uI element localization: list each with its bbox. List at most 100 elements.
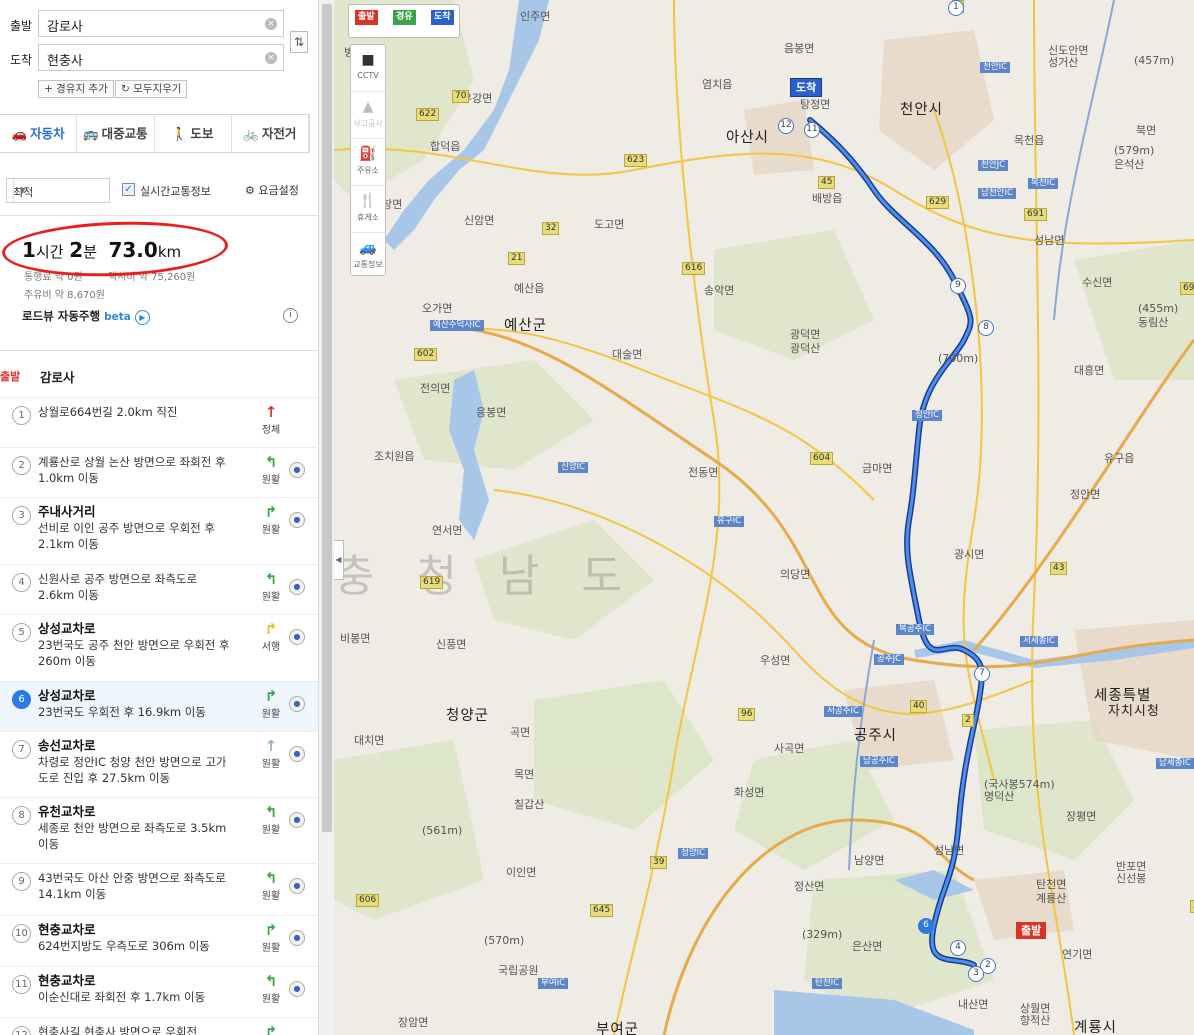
clear-start-icon[interactable]: × <box>265 18 277 30</box>
route-step[interactable]: 3 주내사거리 선비로 이인 공주 방면으로 우회전 후 2.1km 이동 ↱ 원활 ● <box>0 498 318 565</box>
gas-station-button[interactable]: ⛽ 주유소 <box>351 139 385 186</box>
waypoint-flag-button[interactable]: 경유 <box>393 10 416 25</box>
start-flag-button[interactable]: 출발 <box>355 10 378 25</box>
roadview-icon[interactable]: ● <box>289 878 305 894</box>
swap-icon[interactable]: ⇅ <box>290 31 308 53</box>
ic-label: 남공주IC <box>860 756 898 767</box>
route-step[interactable]: 6 상성교차로 23번국도 우회전 후 16.9km 이동 ↱ 원활 ● <box>0 682 318 732</box>
bus-icon: 🚌 <box>83 126 99 141</box>
route-waypoint-marker[interactable]: 12 <box>778 118 794 134</box>
route-type-select[interactable]: 최적 ▼ <box>6 178 110 203</box>
ic-label: 청양IC <box>678 848 709 859</box>
turn-indicator: ↱ 원활 <box>256 687 286 721</box>
place-label: 의당면 <box>780 568 811 581</box>
accident-button[interactable]: ▲ 사고공사 <box>351 92 385 139</box>
dest-flag-button[interactable]: 도착 <box>431 10 454 25</box>
route-step[interactable]: 1 상월로664번길 2.0km 직진 ↑ 정체 <box>0 398 318 448</box>
step-text: 상성교차로 23번국도 우회전 후 16.9km 이동 <box>38 688 230 720</box>
place-label: 광시면 <box>954 548 985 561</box>
realtime-checkbox[interactable]: ✓ <box>122 183 135 196</box>
rest-area-button[interactable]: 🍴 휴게소 <box>351 186 385 233</box>
city-label: 천안시 <box>900 102 944 118</box>
roadview-autodrive-button[interactable]: 로드뷰 자동주행 beta ▶ <box>22 308 150 325</box>
turn-indicator: ↱ 원활 <box>256 922 286 955</box>
roadview-icon[interactable]: ● <box>289 812 305 828</box>
route-step[interactable]: 7 송선교차로 차령로 정안IC 청양 천안 방면으로 고가도로 진입 후 27.5… <box>0 732 318 798</box>
roadview-icon[interactable]: ● <box>289 629 305 645</box>
step-desc: 23번국도 공주 천안 방면으로 우회전 후 260m 이동 <box>38 638 230 668</box>
place-label: 탕정면 <box>800 98 831 111</box>
add-waypoint-button[interactable]: + 경유지 추가 <box>38 80 114 98</box>
road-number: 36 <box>1190 900 1194 913</box>
route-waypoint-marker[interactable]: 7 <box>974 666 990 682</box>
turn-indicator: ↱ <box>256 1024 286 1035</box>
start-row[interactable]: 출발 감로사 <box>0 350 318 398</box>
dest-input[interactable]: 현충사 × <box>38 44 284 71</box>
route-step[interactable]: 4 신원사로 공주 방면으로 좌측도로 2.6km 이동 ↰ 원활 ● <box>0 565 318 615</box>
step-title: 상성교차로 <box>38 688 96 703</box>
route-waypoint-marker[interactable]: 9 <box>950 278 966 294</box>
fare-settings-button[interactable]: ⚙ 요금설정 <box>245 182 299 198</box>
step-number: 11 <box>12 975 31 994</box>
bicycle-icon: 🚲 <box>243 126 259 141</box>
roadview-icon[interactable]: ● <box>289 462 305 478</box>
roadview-icon[interactable]: ● <box>289 696 305 712</box>
route-step[interactable]: 11 현충교차로 이순신대로 좌회전 후 1.7km 이동 ↰ 원활 ● <box>0 967 318 1018</box>
scrollbar-thumb[interactable] <box>322 4 332 832</box>
place-label: 수신면 <box>1082 276 1113 289</box>
turn-indicator: ↑ 정체 <box>256 404 286 437</box>
step-text: 현충교차로 624번지방도 우측도로 306m 이동 <box>38 922 230 954</box>
place-label: 남양면 <box>854 854 885 867</box>
roadview-icon[interactable]: ● <box>289 746 305 762</box>
ic-label: 유구IC <box>714 516 745 527</box>
roadview-icon[interactable]: ● <box>289 930 305 946</box>
route-step[interactable]: 2 계룡산로 상월 논산 방면으로 좌회전 후 1.0km 이동 ↰ 원활 ● <box>0 448 318 498</box>
place-label: 국립공원 <box>498 964 539 977</box>
route-step[interactable]: 12 현충사길 현충사 방면으로 우회전 ↱ <box>0 1018 318 1035</box>
start-input[interactable]: 감로사 × <box>38 10 284 37</box>
turn-arrow-icon: ↱ <box>264 687 278 705</box>
tab-bicycle[interactable]: 🚲 자전거 <box>232 115 309 152</box>
tab-transit[interactable]: 🚌 대중교통 <box>77 115 155 152</box>
route-waypoint-marker[interactable]: 11 <box>804 122 820 138</box>
roadview-icon[interactable]: ● <box>289 981 305 997</box>
info-icon[interactable]: i <box>283 308 298 323</box>
turn-indicator: ↱ 서행 <box>256 621 286 654</box>
place-label: 우성면 <box>760 654 791 667</box>
walk-icon: 🚶 <box>171 126 188 141</box>
route-waypoint-marker[interactable]: 4 <box>950 940 966 956</box>
step-desc: 선비로 이인 공주 방면으로 우회전 후 2.1km 이동 <box>38 521 215 551</box>
clear-dest-icon[interactable]: × <box>265 52 277 64</box>
place-label: 예산읍 <box>514 282 545 295</box>
traffic-info-button[interactable]: 🚙 교통정보 <box>351 233 385 280</box>
ic-label: 목천IC <box>1028 178 1059 189</box>
place-label: 응봉면 <box>476 406 507 419</box>
map-view[interactable]: 천안시 아산시 예산군 공주시 청양군 부여군 계룡시 세종특별 자치시청 충 청 남 도 인주면 음… <box>334 0 1194 1035</box>
turn-arrow-icon: ↱ <box>264 1023 278 1035</box>
car-icon: 🚗 <box>11 126 28 141</box>
route-waypoint-marker[interactable]: 6 <box>918 918 934 934</box>
roadview-icon[interactable]: ● <box>289 579 305 595</box>
turn-arrow-icon: ↱ <box>264 503 278 521</box>
place-label: 북면 <box>1136 124 1157 137</box>
route-waypoint-marker[interactable]: 3 <box>968 966 984 982</box>
route-step[interactable]: 9 43번국도 아산 안중 방면으로 좌측도로 14.1km 이동 ↰ 원활 ● <box>0 864 318 916</box>
road-number: 629 <box>926 196 950 209</box>
cctv-button[interactable]: ■ CCTV <box>351 45 385 92</box>
scrollbar[interactable] <box>318 0 334 1035</box>
collapse-panel-button[interactable]: ◀ <box>334 540 344 580</box>
roadview-icon[interactable]: ● <box>289 512 305 528</box>
route-step[interactable]: 5 상성교차로 23번국도 공주 천안 방면으로 우회전 후 260m 이동 ↱ 서행 ● <box>0 615 318 682</box>
place-label: 칠갑산 <box>514 798 545 811</box>
tab-walk[interactable]: 🚶 도보 <box>155 115 232 152</box>
route-waypoint-marker[interactable]: 8 <box>978 320 994 336</box>
step-number: 7 <box>12 740 31 759</box>
route-step[interactable]: 10 현충교차로 624번지방도 우측도로 306m 이동 ↱ 원활 ● <box>0 916 318 967</box>
gas-pump-icon: ⛽ <box>359 146 377 162</box>
route-waypoint-marker[interactable]: 1 <box>948 0 964 16</box>
place-label: (561m) <box>422 824 463 837</box>
clear-all-button[interactable]: ↻ 모두지우기 <box>115 80 188 98</box>
route-step[interactable]: 8 유천교차로 세종로 천안 방면으로 좌측도로 3.5km 이동 ↰ 원활 ● <box>0 798 318 864</box>
tab-car[interactable]: 🚗 자동차 <box>0 115 78 152</box>
realtime-label: 실시간교통정보 <box>140 185 211 198</box>
